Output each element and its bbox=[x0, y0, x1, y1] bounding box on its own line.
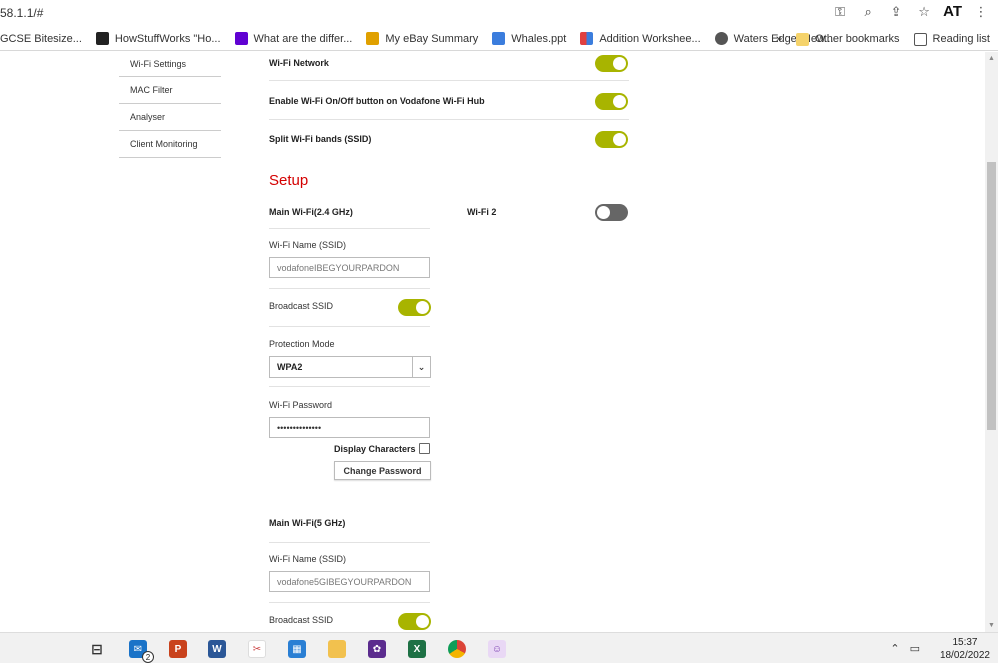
sidebar-item-client-monitoring[interactable]: Client Monitoring bbox=[119, 131, 221, 158]
puzzle-app-icon[interactable]: ✿ bbox=[368, 640, 386, 658]
display-characters-checkbox[interactable] bbox=[419, 443, 430, 454]
bookmark-whales[interactable]: Whales.ppt bbox=[485, 32, 573, 45]
url-text[interactable]: 58.1.1/# bbox=[0, 6, 43, 20]
ebay-icon bbox=[366, 32, 380, 45]
clock-date: 18/02/2022 bbox=[939, 650, 990, 661]
snipping-tool-icon[interactable]: ✂ bbox=[248, 640, 266, 658]
side-menu: Wi-Fi Settings MAC Filter Analyser Clien… bbox=[119, 52, 221, 158]
scroll-up-icon[interactable]: ▲ bbox=[988, 55, 995, 62]
bookmark-ebay[interactable]: My eBay Summary bbox=[359, 32, 485, 45]
bookmark-yahoo[interactable]: What are the differ... bbox=[228, 32, 360, 45]
divider bbox=[269, 542, 430, 543]
menu-icon[interactable]: ⋮ bbox=[972, 4, 990, 20]
sidebar-item-analyser[interactable]: Analyser bbox=[119, 104, 221, 131]
calendar-icon[interactable]: ▦ bbox=[288, 640, 306, 658]
wifi-network-toggle[interactable] bbox=[595, 55, 628, 72]
bookmark-gcse[interactable]: GCSE Bitesize... bbox=[0, 33, 89, 45]
clock-time: 15:37 bbox=[952, 637, 978, 648]
bookmark-label: My eBay Summary bbox=[385, 32, 479, 45]
display-characters-label: Display Characters bbox=[334, 444, 416, 454]
bookmark-addition[interactable]: Addition Workshee... bbox=[573, 32, 707, 45]
divider bbox=[269, 386, 430, 387]
user-app-icon[interactable]: ☺ bbox=[488, 640, 506, 658]
broadcast-24-toggle[interactable] bbox=[398, 299, 431, 316]
sidebar-item-wifi-settings[interactable]: Wi-Fi Settings bbox=[119, 52, 221, 77]
zoom-icon[interactable]: ⌕ bbox=[859, 4, 877, 20]
enable-button-label: Enable Wi-Fi On/Off button on Vodafone W… bbox=[269, 96, 485, 106]
bookmark-howstuffworks[interactable]: HowStuffWorks "Ho... bbox=[89, 32, 228, 45]
divider bbox=[269, 602, 430, 603]
split-bands-toggle[interactable] bbox=[595, 131, 628, 148]
chevron-up-icon[interactable]: ⌃ bbox=[890, 642, 899, 655]
other-bookmarks[interactable]: Other bookmarks bbox=[796, 32, 900, 46]
divider bbox=[269, 228, 430, 229]
setup-title: Setup bbox=[269, 172, 309, 189]
bookmark-label: Whales.ppt bbox=[511, 32, 567, 45]
taskbar: ⊟ ✉ 2 P W ✂ ▦ ✿ X ☺ ⌃ ▭ 15:37 18/02/2022 bbox=[0, 632, 998, 663]
protection-mode-select[interactable]: WPA2 ⌄ bbox=[269, 356, 431, 378]
divider bbox=[269, 288, 430, 289]
change-password-button[interactable]: Change Password bbox=[334, 461, 431, 480]
star-icon[interactable]: ☆ bbox=[915, 4, 933, 20]
worksheet-icon bbox=[580, 32, 594, 45]
protection-mode-value: WPA2 bbox=[277, 362, 303, 372]
address-bar[interactable]: 58.1.1/# ⚿ ⌕ ⇪ ☆ AT ⋮ bbox=[0, 0, 998, 26]
divider bbox=[269, 326, 430, 327]
task-view-icon[interactable]: ⊟ bbox=[88, 640, 106, 658]
ssid-24-label: Wi-Fi Name (SSID) bbox=[269, 240, 346, 250]
bookmark-label: What are the differ... bbox=[253, 32, 353, 45]
divider bbox=[269, 80, 629, 81]
reading-list-label: Reading list bbox=[932, 33, 990, 45]
broadcast-24-label: Broadcast SSID bbox=[269, 301, 334, 311]
reading-list[interactable]: Reading list bbox=[913, 32, 990, 46]
share-icon[interactable]: ⇪ bbox=[887, 4, 905, 20]
mail-badge: 2 bbox=[142, 651, 154, 663]
chevron-down-icon[interactable]: ⌄ bbox=[412, 357, 430, 377]
split-bands-label: Split Wi-Fi bands (SSID) bbox=[269, 134, 372, 144]
divider bbox=[269, 119, 629, 120]
clock[interactable]: 15:37 18/02/2022 bbox=[940, 636, 990, 662]
key-icon[interactable]: ⚿ bbox=[831, 4, 849, 20]
wifi2-toggle[interactable] bbox=[595, 204, 628, 221]
ssid-5-label: Wi-Fi Name (SSID) bbox=[269, 554, 346, 564]
password-input[interactable]: •••••••••••••• bbox=[269, 417, 430, 438]
file-explorer-icon[interactable] bbox=[328, 640, 346, 658]
ssid-24-input[interactable]: vodafoneIBEGYOURPARDON bbox=[269, 257, 430, 278]
yahoo-icon bbox=[234, 32, 248, 45]
page-content: Wi-Fi Settings MAC Filter Analyser Clien… bbox=[0, 52, 985, 632]
powerpoint-icon[interactable]: P bbox=[169, 640, 187, 658]
bookmark-label: Addition Workshee... bbox=[599, 32, 701, 45]
scroll-thumb[interactable] bbox=[987, 162, 996, 430]
word-icon[interactable]: W bbox=[208, 640, 226, 658]
wifi-network-label: Wi-Fi Network bbox=[269, 58, 329, 68]
ssid-5-input[interactable]: vodafone5GIBEGYOURPARDON bbox=[269, 571, 430, 592]
band5-title: Main Wi-Fi(5 GHz) bbox=[269, 518, 346, 528]
sidebar-item-mac-filter[interactable]: MAC Filter bbox=[119, 77, 221, 104]
reading-list-icon bbox=[913, 32, 927, 46]
bookmarks-overflow-button[interactable]: » bbox=[776, 33, 782, 45]
protection-mode-label: Protection Mode bbox=[269, 339, 335, 349]
broadcast-5-label: Broadcast SSID bbox=[269, 615, 334, 625]
wifi2-label: Wi-Fi 2 bbox=[467, 207, 497, 217]
broadcast-5-toggle[interactable] bbox=[398, 613, 431, 630]
ppt-icon bbox=[492, 32, 506, 45]
page-scrollbar[interactable]: ▲ ▼ bbox=[985, 52, 998, 632]
bookmark-label: GCSE Bitesize... bbox=[0, 32, 82, 45]
chrome-icon[interactable] bbox=[448, 640, 466, 658]
excel-icon[interactable]: X bbox=[408, 640, 426, 658]
battery-icon[interactable]: ▭ bbox=[910, 642, 920, 655]
scroll-down-icon[interactable]: ▼ bbox=[988, 622, 995, 629]
password-label: Wi-Fi Password bbox=[269, 400, 333, 410]
bookmark-label: HowStuffWorks "Ho... bbox=[114, 32, 221, 45]
other-bookmarks-label: Other bookmarks bbox=[815, 33, 900, 45]
howstuffworks-icon bbox=[95, 32, 109, 45]
bookmarks-bar: GCSE Bitesize... HowStuffWorks "Ho... Wh… bbox=[0, 27, 998, 51]
band24-title: Main Wi-Fi(2.4 GHz) bbox=[269, 207, 353, 217]
globe-icon bbox=[714, 32, 728, 45]
enable-button-toggle[interactable] bbox=[595, 93, 628, 110]
folder-icon bbox=[796, 32, 810, 46]
profile-avatar[interactable]: AT bbox=[943, 3, 962, 20]
